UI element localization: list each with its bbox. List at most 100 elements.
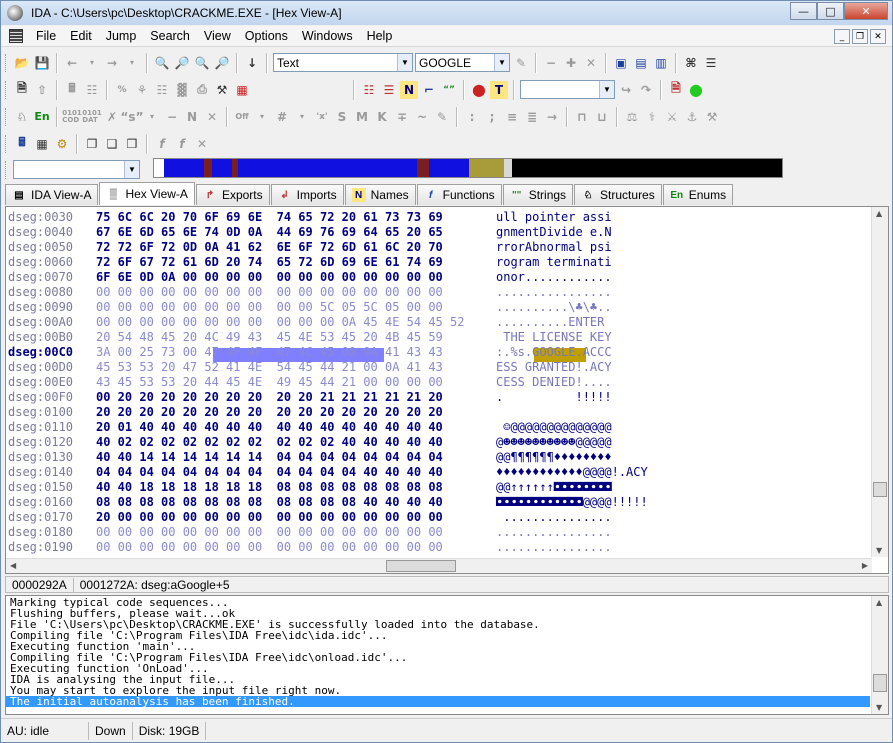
function-edit-icon[interactable]: f [173,135,191,153]
scroll-down-icon[interactable]: ▼ [876,546,882,555]
hex-row-bytes[interactable]: 00 00 00 00 00 00 00 00 00 00 00 00 00 0… [96,285,443,300]
green-status-icon[interactable]: ● [687,80,705,99]
number-icon[interactable]: # [273,108,291,126]
close-button[interactable]: ✕ [844,2,888,20]
string-s-icon[interactable]: “s” [121,108,144,126]
tab-ida-view-a[interactable]: ▤ IDA View-A [5,184,99,205]
hex-row-bytes[interactable]: 00 00 00 00 00 00 00 00 00 00 00 0A 45 4… [96,315,464,330]
hex-row[interactable]: dseg:0110 20 01 40 40 40 40 40 40 40 40 4… [6,420,872,435]
hex-row[interactable]: dseg:0030 75 6C 6C 20 70 6F 69 6E 74 65 7… [6,210,872,225]
tab-enums[interactable]: En Enums [662,184,734,205]
grid-icon[interactable]: ▦ [33,135,51,153]
char-icon[interactable]: 'x' [313,108,331,126]
toolbar-handle[interactable] [5,80,8,99]
hex-row[interactable]: dseg:0100 20 20 20 20 20 20 20 20 20 20 2… [6,405,872,420]
hex-row[interactable]: dseg:0130 40 40 14 14 14 14 14 14 04 04 0… [6,450,872,465]
hex-row[interactable]: dseg:0170 20 00 00 00 00 00 00 00 00 00 0… [6,510,872,525]
hex-row[interactable]: dseg:0160 08 08 08 08 08 08 08 08 08 08 0… [6,495,872,510]
menu-jump[interactable]: Jump [99,29,144,43]
hex-row-bytes[interactable]: 43 45 53 53 20 44 45 4E 49 45 44 21 00 0… [96,375,443,390]
x-icon[interactable]: ✕ [193,135,211,153]
document-icon[interactable] [9,29,23,43]
hex-row[interactable]: dseg:00B0 20 54 48 45 20 4C 49 43 45 4E 5… [6,330,872,345]
hex-row-bytes[interactable]: 20 20 20 20 20 20 20 20 20 20 20 20 20 2… [96,405,443,420]
minus-icon[interactable]: − [542,54,560,72]
tools-icon[interactable]: ⚒ [213,81,231,99]
menu-view[interactable]: View [197,29,238,43]
output-line[interactable]: The initial autoanalysis has been finish… [6,696,870,707]
upload-icon[interactable]: ⇧ [33,81,51,99]
window-copy-icon[interactable]: ❑ [103,135,121,153]
dropdown-arrow-icon[interactable]: ▾ [293,108,311,126]
ida-app-icon[interactable] [7,5,23,21]
output-vertical-scrollbar[interactable]: ▲ ▼ [871,596,888,714]
segment-s-icon[interactable]: S [333,108,351,126]
scroll-left-icon[interactable]: ◀ [10,561,16,570]
data-icon[interactable]: ☰ [380,81,398,99]
name-n-icon[interactable]: N [400,80,418,99]
hex-row-ascii[interactable]: ..........\♣\♣.. [496,300,612,315]
window-delete-icon[interactable]: ❒ [123,135,141,153]
hex-row[interactable]: dseg:00E0 43 45 53 53 20 44 45 4E 49 45 4… [6,375,872,390]
hex-row[interactable]: dseg:0040 67 6E 6D 65 6E 74 0D 0A 44 69 7… [6,225,872,240]
mdi-restore-button[interactable]: ❐ [852,29,868,44]
toolbar-handle[interactable] [5,53,8,72]
mdi-close-button[interactable]: ✕ [870,29,886,44]
hex-row-bytes[interactable]: 6F 6E 0D 0A 00 00 00 00 00 00 00 00 00 0… [96,270,443,285]
windows-stack-icon[interactable]: ❐ [83,135,101,153]
hex-row-bytes[interactable]: 00 00 00 00 00 00 00 00 00 00 5C 05 5C 0… [96,300,443,315]
enums-icon[interactable]: En [33,108,51,126]
tab-names[interactable]: N Names [344,184,416,205]
hex-row-ascii[interactable]: @@¶¶¶¶¶¶♦♦♦♦♦♦♦♦ [496,450,612,465]
offset-icon[interactable]: Off [233,108,251,126]
document-list-icon[interactable]: 🗎 [13,81,31,99]
save-icon[interactable]: 💾 [33,54,51,72]
scroll-down-icon[interactable]: ▼ [876,703,882,712]
output-window[interactable]: Marking typical code sequences... Flushin… [5,595,889,715]
strings-icon[interactable]: “” [440,81,458,99]
calculator-icon[interactable]: 🖩 [13,135,31,153]
minus-icon[interactable]: − [163,108,181,126]
tree-icon[interactable]: ⚘ [133,81,151,99]
code-icon[interactable]: ☷ [360,81,378,99]
edit-icon[interactable]: ✎ [433,108,451,126]
hex-row[interactable]: dseg:0150 40 40 18 18 18 18 18 18 08 08 0… [6,480,872,495]
comment-icon[interactable]: : [463,108,481,126]
forward-arrow-icon[interactable]: → [103,54,121,72]
back-arrow-icon[interactable]: ← [63,54,81,72]
function-icon[interactable]: ⌐ [420,81,438,99]
toolbar-handle[interactable] [5,160,8,179]
menu-file[interactable]: File [29,29,63,43]
hex-row-ascii[interactable]: :.%s.GOOGLE.ACCC [496,345,612,360]
dropdown-arrow-icon[interactable]: ▾ [83,54,101,72]
hex-row-ascii[interactable]: THE LICENSE KEY [496,330,611,345]
hex-row[interactable]: dseg:00C0 3A 00 25 73 00 47 4F 4F 47 4C 4… [6,345,872,360]
hex-row[interactable]: dseg:0050 72 72 6F 72 0D 0A 41 62 6E 6F 7… [6,240,872,255]
function-f-icon[interactable]: f [153,135,171,153]
tab-exports[interactable]: ↱ Exports [195,184,270,205]
hex-row-ascii[interactable]: ♦♦♦♦♦♦♦♦♦♦♦♦@@@@!.ACY [496,465,648,480]
hex-row-bytes[interactable]: 04 04 04 04 04 04 04 04 04 04 04 04 40 4… [96,465,443,480]
hex-row[interactable]: dseg:00A0 00 00 00 00 00 00 00 00 00 00 0… [6,315,872,330]
hex-rows[interactable]: dseg:0030 75 6C 6C 20 70 6F 69 6E 74 65 7… [6,210,872,560]
arrow-right-icon[interactable]: → [543,108,561,126]
list-icon[interactable]: ☰ [702,54,720,72]
hex-vertical-scrollbar[interactable]: ▲ ▼ [871,207,888,557]
scroll-thumb[interactable] [873,674,887,692]
hex-row-ascii[interactable]: @@↑↑↑↑↑↑◘◘◘◘◘◘◘◘ [496,480,612,495]
mdi-minimize-button[interactable]: _ [834,29,850,44]
hex-row-ascii[interactable]: rogram terminati [496,255,612,270]
hex-row-ascii[interactable]: ............... [496,510,611,525]
hex-row-ascii[interactable]: ................ [496,525,612,540]
maximize-button[interactable]: □ [817,2,844,20]
hex-row[interactable]: dseg:0090 00 00 00 00 00 00 00 00 00 00 5… [6,300,872,315]
hex-row-ascii[interactable]: onor............ [496,270,612,285]
hex-row-bytes[interactable]: 67 6E 6D 65 6E 74 0D 0A 44 69 76 69 64 6… [96,225,443,240]
menu-options[interactable]: Options [238,29,295,43]
hex-row-ascii[interactable]: ................ [496,285,612,300]
structure-icon[interactable]: ♘ [13,108,31,126]
menu-help[interactable]: Help [360,29,400,43]
hex-row-ascii[interactable]: ................ [496,540,612,555]
hex-row-bytes[interactable]: 40 40 18 18 18 18 18 18 08 08 08 08 08 0… [96,480,443,495]
chevron-down-icon[interactable]: ▼ [494,54,509,71]
